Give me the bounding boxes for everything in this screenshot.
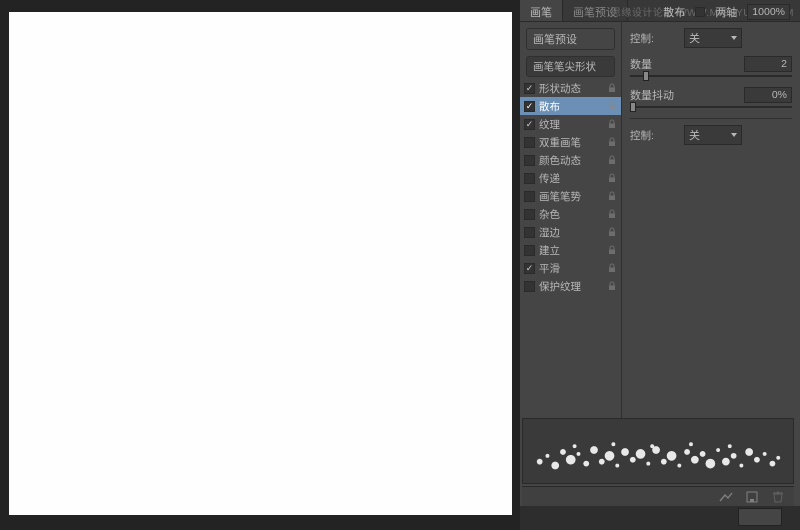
brush-preset-button[interactable]: 画笔预设 [526,28,615,50]
option-label: 纹理 [539,117,603,132]
option-label: 湿边 [539,225,603,240]
option-checkbox[interactable] [524,227,535,238]
option-label: 建立 [539,243,603,258]
option-row-7[interactable]: 杂色 [520,205,621,223]
control-2-select[interactable]: 关 [684,125,742,145]
lock-icon[interactable] [607,227,617,237]
chevron-down-icon [731,36,737,40]
new-preset-icon[interactable] [744,489,760,505]
lock-icon[interactable] [607,155,617,165]
option-row-10[interactable]: 平滑 [520,259,621,277]
option-label: 平滑 [539,261,603,276]
control-1-value: 关 [689,30,700,46]
option-row-3[interactable]: 双重画笔 [520,133,621,151]
tab-brush[interactable]: 画笔 [520,0,563,21]
control-row-2: 控制: 关 [630,125,792,145]
option-checkbox[interactable] [524,173,535,184]
count-slider[interactable] [630,75,792,77]
count-label: 数量 [630,56,652,72]
brush-preview [522,418,794,484]
count-row: 数量 2 [630,56,792,77]
scatter-settings: 散布 两轴 1000% 控制: 关 数量 2 [622,22,800,420]
lock-icon[interactable] [607,245,617,255]
collapsed-panel[interactable] [738,508,782,526]
panel-body: 画笔预设 画笔笔尖形状 形状动态散布纹理双重画笔颜色动态传递画笔笔势杂色湿边建立… [520,22,800,420]
scatter-label: 散布 [663,4,685,20]
option-row-4[interactable]: 颜色动态 [520,151,621,169]
divider [630,118,792,119]
lock-icon[interactable] [607,83,617,93]
lock-icon[interactable] [607,263,617,273]
count-jitter-row: 数量抖动 0% [630,87,792,108]
chevron-down-icon [731,133,737,137]
lock-icon[interactable] [607,101,617,111]
option-checkbox[interactable] [524,263,535,274]
lock-icon[interactable] [607,281,617,291]
both-axes-label: 两轴 [715,4,737,20]
option-checkbox[interactable] [524,119,535,130]
count-jitter-label: 数量抖动 [630,87,674,103]
option-checkbox[interactable] [524,101,535,112]
option-label: 散布 [539,99,603,114]
option-label: 画笔笔势 [539,189,603,204]
option-checkbox[interactable] [524,191,535,202]
control-2-value: 关 [689,127,700,143]
option-label: 保护纹理 [539,279,603,294]
control-1-select[interactable]: 关 [684,28,742,48]
lock-icon[interactable] [607,209,617,219]
option-label: 颜色动态 [539,153,603,168]
trash-icon[interactable] [770,489,786,505]
toggle-preview-icon[interactable] [718,489,734,505]
brush-options-list: 画笔预设 画笔笔尖形状 形状动态散布纹理双重画笔颜色动态传递画笔笔势杂色湿边建立… [520,22,622,420]
document-canvas[interactable] [9,12,512,515]
app-bottom-strip [520,506,800,530]
count-jitter-slider[interactable] [630,106,792,108]
count-jitter-slider-thumb[interactable] [630,102,636,112]
option-row-6[interactable]: 画笔笔势 [520,187,621,205]
option-row-5[interactable]: 传递 [520,169,621,187]
option-row-9[interactable]: 建立 [520,241,621,259]
option-checkbox[interactable] [524,83,535,94]
option-row-0[interactable]: 形状动态 [520,79,621,97]
brush-tip-shape-label[interactable]: 画笔笔尖形状 [526,56,615,77]
lock-icon[interactable] [607,173,617,183]
option-row-2[interactable]: 纹理 [520,115,621,133]
panel-bottom-bar [522,486,794,506]
both-axes-checkbox[interactable] [695,7,705,17]
lock-icon[interactable] [607,119,617,129]
option-checkbox[interactable] [524,155,535,166]
option-checkbox[interactable] [524,137,535,148]
option-checkbox[interactable] [524,209,535,220]
lock-icon[interactable] [607,137,617,147]
control-row-1: 控制: 关 [630,28,792,48]
option-row-11[interactable]: 保护纹理 [520,277,621,295]
scatter-header: 散布 两轴 1000% [663,4,790,20]
canvas-area [0,0,520,530]
count-jitter-field[interactable]: 0% [744,87,792,103]
count-slider-thumb[interactable] [643,71,649,81]
lock-icon[interactable] [607,191,617,201]
option-row-1[interactable]: 散布 [520,97,621,115]
option-label: 传递 [539,171,603,186]
scatter-percent-field[interactable]: 1000% [747,4,790,20]
option-checkbox[interactable] [524,245,535,256]
option-label: 形状动态 [539,81,603,96]
option-checkbox[interactable] [524,281,535,292]
option-label: 杂色 [539,207,603,222]
control-2-label: 控制: [630,128,678,143]
count-field[interactable]: 2 [744,56,792,72]
control-label: 控制: [630,31,678,46]
option-label: 双重画笔 [539,135,603,150]
option-row-8[interactable]: 湿边 [520,223,621,241]
